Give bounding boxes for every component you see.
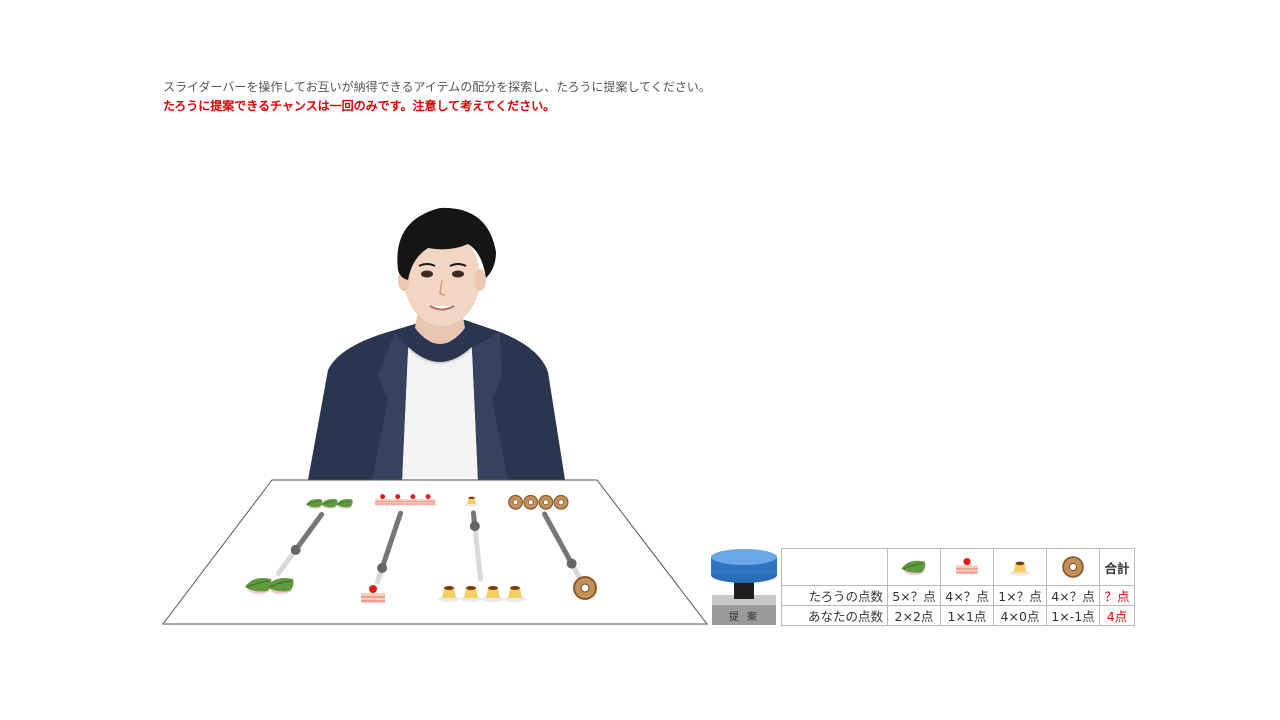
taro-score-cell: 4×？点	[1046, 585, 1100, 606]
taro-score-label: たろうの点数	[781, 585, 888, 606]
kashiwa-mochi-icon	[901, 560, 926, 575]
pudding-pile-user	[438, 586, 526, 602]
user-score-label: あなたの点数	[781, 605, 888, 626]
user-score-cell: 1×-1点	[1046, 605, 1100, 626]
score-table: 合計 たろうの点数 5×？点 4×？点 1×？点 4×？点 ？点 あなたの点数 …	[781, 548, 1135, 626]
taro-score-total: ？点	[1099, 585, 1135, 606]
propose-button-label: 提案	[729, 612, 765, 623]
header-donut	[1046, 548, 1100, 586]
donut-pile-taro	[507, 494, 569, 510]
propose-button[interactable]: 提案	[706, 547, 782, 625]
user-score-total: 4点	[1099, 605, 1135, 626]
kashiwa-mochi-pile-user	[245, 578, 294, 594]
taro-score-cell: 4×？点	[940, 585, 994, 606]
header-empty-cell	[781, 548, 888, 586]
taro-score-cell: 5×？点	[887, 585, 941, 606]
strawberry-cake-icon	[956, 557, 978, 574]
header-kashiwa-mochi	[887, 548, 941, 586]
taro-score-cell: 1×？点	[993, 585, 1047, 606]
pudding-pile-taro	[465, 496, 479, 507]
header-total: 合計	[1099, 548, 1135, 586]
donut-pile-user	[573, 576, 597, 600]
user-score-cell: 1×1点	[940, 605, 994, 626]
header-pudding	[993, 548, 1047, 586]
pudding-icon	[1010, 561, 1030, 576]
header-strawberry-cake	[940, 548, 994, 586]
donut-icon	[1062, 555, 1084, 578]
strawberry-cake-pile-user	[361, 585, 385, 603]
kashiwa-mochi-pile-taro	[306, 498, 353, 509]
user-score-cell: 4×0点	[993, 605, 1047, 626]
user-score-cell: 2×2点	[887, 605, 941, 626]
strawberry-cake-pile-taro	[374, 493, 436, 505]
